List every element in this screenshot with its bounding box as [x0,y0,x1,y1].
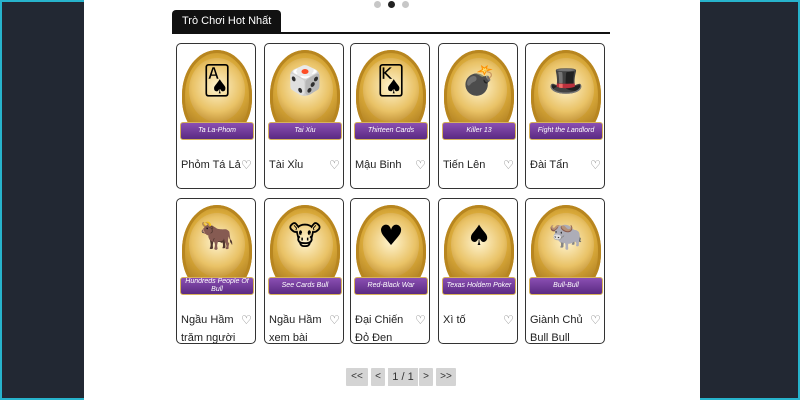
game-name[interactable]: Tài Xỉu [269,156,329,174]
favorite-heart-icon[interactable]: ♡ [590,156,601,174]
game-thumbnail[interactable]: 🂮 Thirteen Cards [354,50,428,146]
game-thumbnail[interactable]: 🎲 Tai Xiu [268,50,342,146]
game-thumbnail[interactable]: 🎩 Fight the Landlord [529,50,603,146]
game-thumbnail[interactable]: 🐂 Hundreds People Of Bull [180,205,254,301]
game-art-icon: 🐮 [288,219,322,252]
game-thumbnail[interactable]: ♥ Red-Black War [354,205,428,301]
favorite-heart-icon[interactable]: ♡ [241,311,252,329]
game-art-icon: 🎩 [548,64,584,97]
game-card[interactable]: 💣 Killer 13 Tiến Lên ♡ [438,43,518,189]
favorite-heart-icon[interactable]: ♡ [415,311,426,329]
game-name[interactable]: Tiến Lên [443,156,503,174]
game-ribbon-label: Texas Holdem Poker [442,277,516,295]
next-page-button[interactable]: > [419,368,433,386]
favorite-heart-icon[interactable]: ♡ [329,156,340,174]
favorite-heart-icon[interactable]: ♡ [329,311,340,329]
prev-page-button[interactable]: < [371,368,385,386]
game-thumbnail[interactable]: 💣 Killer 13 [442,50,516,146]
game-name[interactable]: Đại Chiến Đỏ Đen [355,311,415,347]
game-ribbon-label: See Cards Bull [268,277,342,295]
game-art-icon: 🐃 [548,219,584,252]
game-art-icon: ♥ [378,219,404,252]
game-name[interactable]: Ngầu Hầm xem bài [269,311,329,347]
game-ribbon-label: Thirteen Cards [354,122,428,140]
game-name[interactable]: Đài Tẩn [530,156,590,174]
game-ribbon-label: Ta La-Phom [180,122,254,140]
game-card[interactable]: ♠ Texas Holdem Poker Xì tố ♡ [438,198,518,344]
game-ribbon-label: Fight the Landlord [529,122,603,140]
favorite-heart-icon[interactable]: ♡ [241,156,252,174]
game-card[interactable]: 🎩 Fight the Landlord Đài Tẩn ♡ [525,43,605,189]
game-ribbon-label: Red-Black War [354,277,428,295]
carousel-dot-active[interactable] [388,1,395,8]
game-art-icon: ♠ [466,219,492,252]
game-art-icon: 🂮 [376,64,406,97]
favorite-heart-icon[interactable]: ♡ [503,156,514,174]
section-header: Trò Chơi Hot Nhất [172,10,610,34]
game-card[interactable]: 🐮 See Cards Bull Ngầu Hầm xem bài ♡ [264,198,344,344]
game-card[interactable]: 🎲 Tai Xiu Tài Xỉu ♡ [264,43,344,189]
game-card[interactable]: 🂡 Ta La-Phom Phỏm Tá Lả ♡ [176,43,256,189]
page-indicator: 1 / 1 [388,368,418,386]
game-ribbon-label: Killer 13 [442,122,516,140]
carousel-dot[interactable] [402,1,409,8]
game-card[interactable]: ♥ Red-Black War Đại Chiến Đỏ Đen ♡ [350,198,430,344]
game-thumbnail[interactable]: 🂡 Ta La-Phom [180,50,254,146]
game-art-icon: 💣 [461,64,497,97]
game-ribbon-label: Bull-Bull [529,277,603,295]
game-ribbon-label: Tai Xiu [268,122,342,140]
game-thumbnail[interactable]: 🐃 Bull-Bull [529,205,603,301]
game-thumbnail[interactable]: 🐮 See Cards Bull [268,205,342,301]
game-name[interactable]: Phỏm Tá Lả [181,156,241,174]
game-thumbnail[interactable]: ♠ Texas Holdem Poker [442,205,516,301]
favorite-heart-icon[interactable]: ♡ [590,311,601,329]
game-name[interactable]: Ngầu Hầm trăm người [181,311,241,347]
game-name[interactable]: Xì tố [443,311,503,329]
game-card[interactable]: 🐂 Hundreds People Of Bull Ngầu Hầm trăm … [176,198,256,344]
favorite-heart-icon[interactable]: ♡ [503,311,514,329]
favorite-heart-icon[interactable]: ♡ [415,156,426,174]
game-card[interactable]: 🐃 Bull-Bull Giành Chủ Bull Bull ♡ [525,198,605,344]
section-tab-hot-games[interactable]: Trò Chơi Hot Nhất [172,10,282,32]
first-page-button[interactable]: << [346,368,368,386]
game-card[interactable]: 🂮 Thirteen Cards Mậu Binh ♡ [350,43,430,189]
game-ribbon-label: Hundreds People Of Bull [180,277,254,295]
game-name[interactable]: Mậu Binh [355,156,415,174]
carousel-dot[interactable] [374,1,381,8]
game-art-icon: 🐂 [199,219,235,252]
game-art-icon: 🂡 [202,64,232,97]
game-name[interactable]: Giành Chủ Bull Bull [530,311,590,347]
game-art-icon: 🎲 [287,64,323,97]
last-page-button[interactable]: >> [436,368,456,386]
